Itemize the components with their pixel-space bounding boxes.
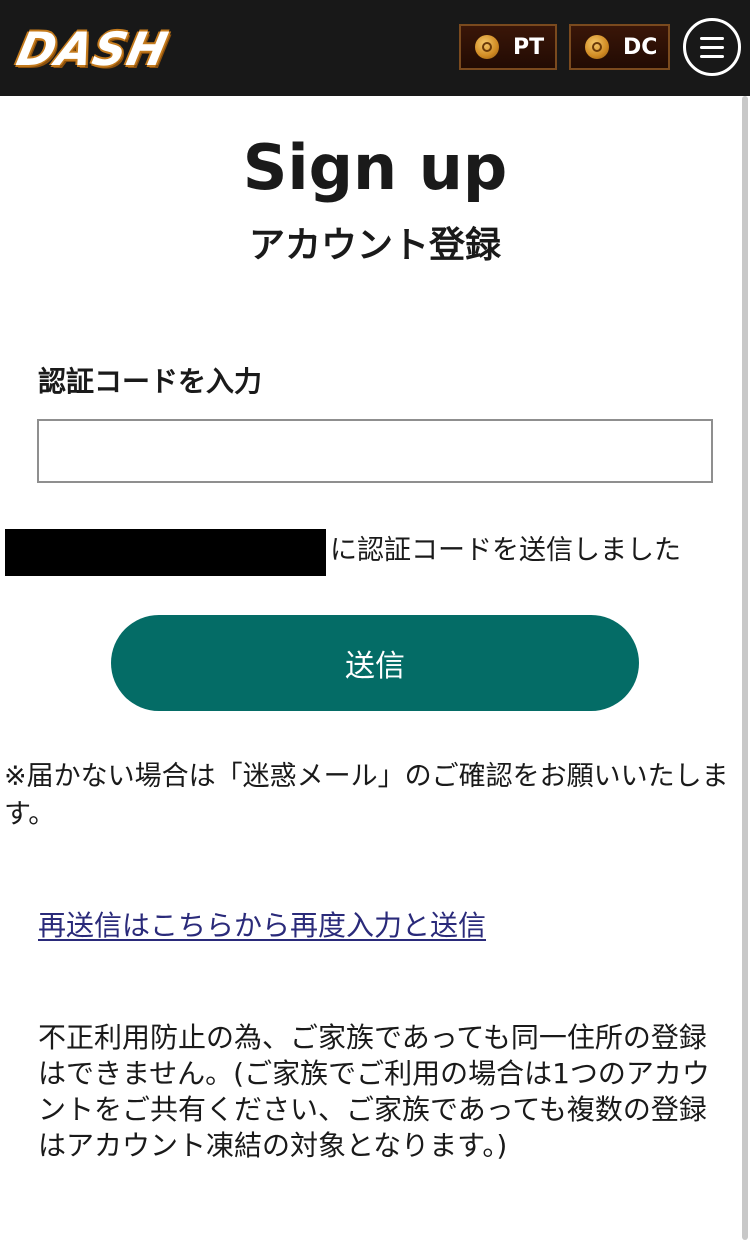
- submit-button[interactable]: 送信: [111, 615, 639, 711]
- menu-line: [700, 55, 724, 58]
- page-title: Sign up: [242, 131, 508, 204]
- hamburger-menu-icon[interactable]: [683, 18, 741, 76]
- verification-code-input[interactable]: [37, 419, 713, 483]
- account-policy-text: 不正利用防止の為、ご家族であっても同一住所の登録はできません。(ご家族でご利用の…: [38, 1021, 710, 1162]
- coin-icon: [585, 35, 609, 59]
- verification-code-label: 認証コードを入力: [38, 365, 263, 398]
- header-bar: DASH PT DC: [0, 0, 750, 96]
- page-subtitle: アカウント登録: [248, 225, 501, 266]
- coin-icon: [475, 35, 499, 59]
- points-badge-label: PT: [513, 34, 545, 60]
- dc-badge-label: DC: [623, 34, 658, 60]
- points-badge[interactable]: PT: [459, 24, 557, 70]
- redacted-email: [5, 529, 326, 576]
- dash-logo[interactable]: DASH: [8, 18, 220, 80]
- menu-line: [700, 46, 724, 49]
- menu-line: [700, 37, 724, 40]
- dc-badge[interactable]: DC: [569, 24, 670, 70]
- logo-text: DASH: [12, 22, 174, 76]
- code-sent-message: に認証コードを送信しました: [330, 535, 681, 566]
- spam-notice: ※届かない場合は「迷惑メール」のご確認をお願いいたします。: [4, 761, 729, 830]
- resend-link[interactable]: 再送信はこちらから再度入力と送信: [38, 906, 486, 946]
